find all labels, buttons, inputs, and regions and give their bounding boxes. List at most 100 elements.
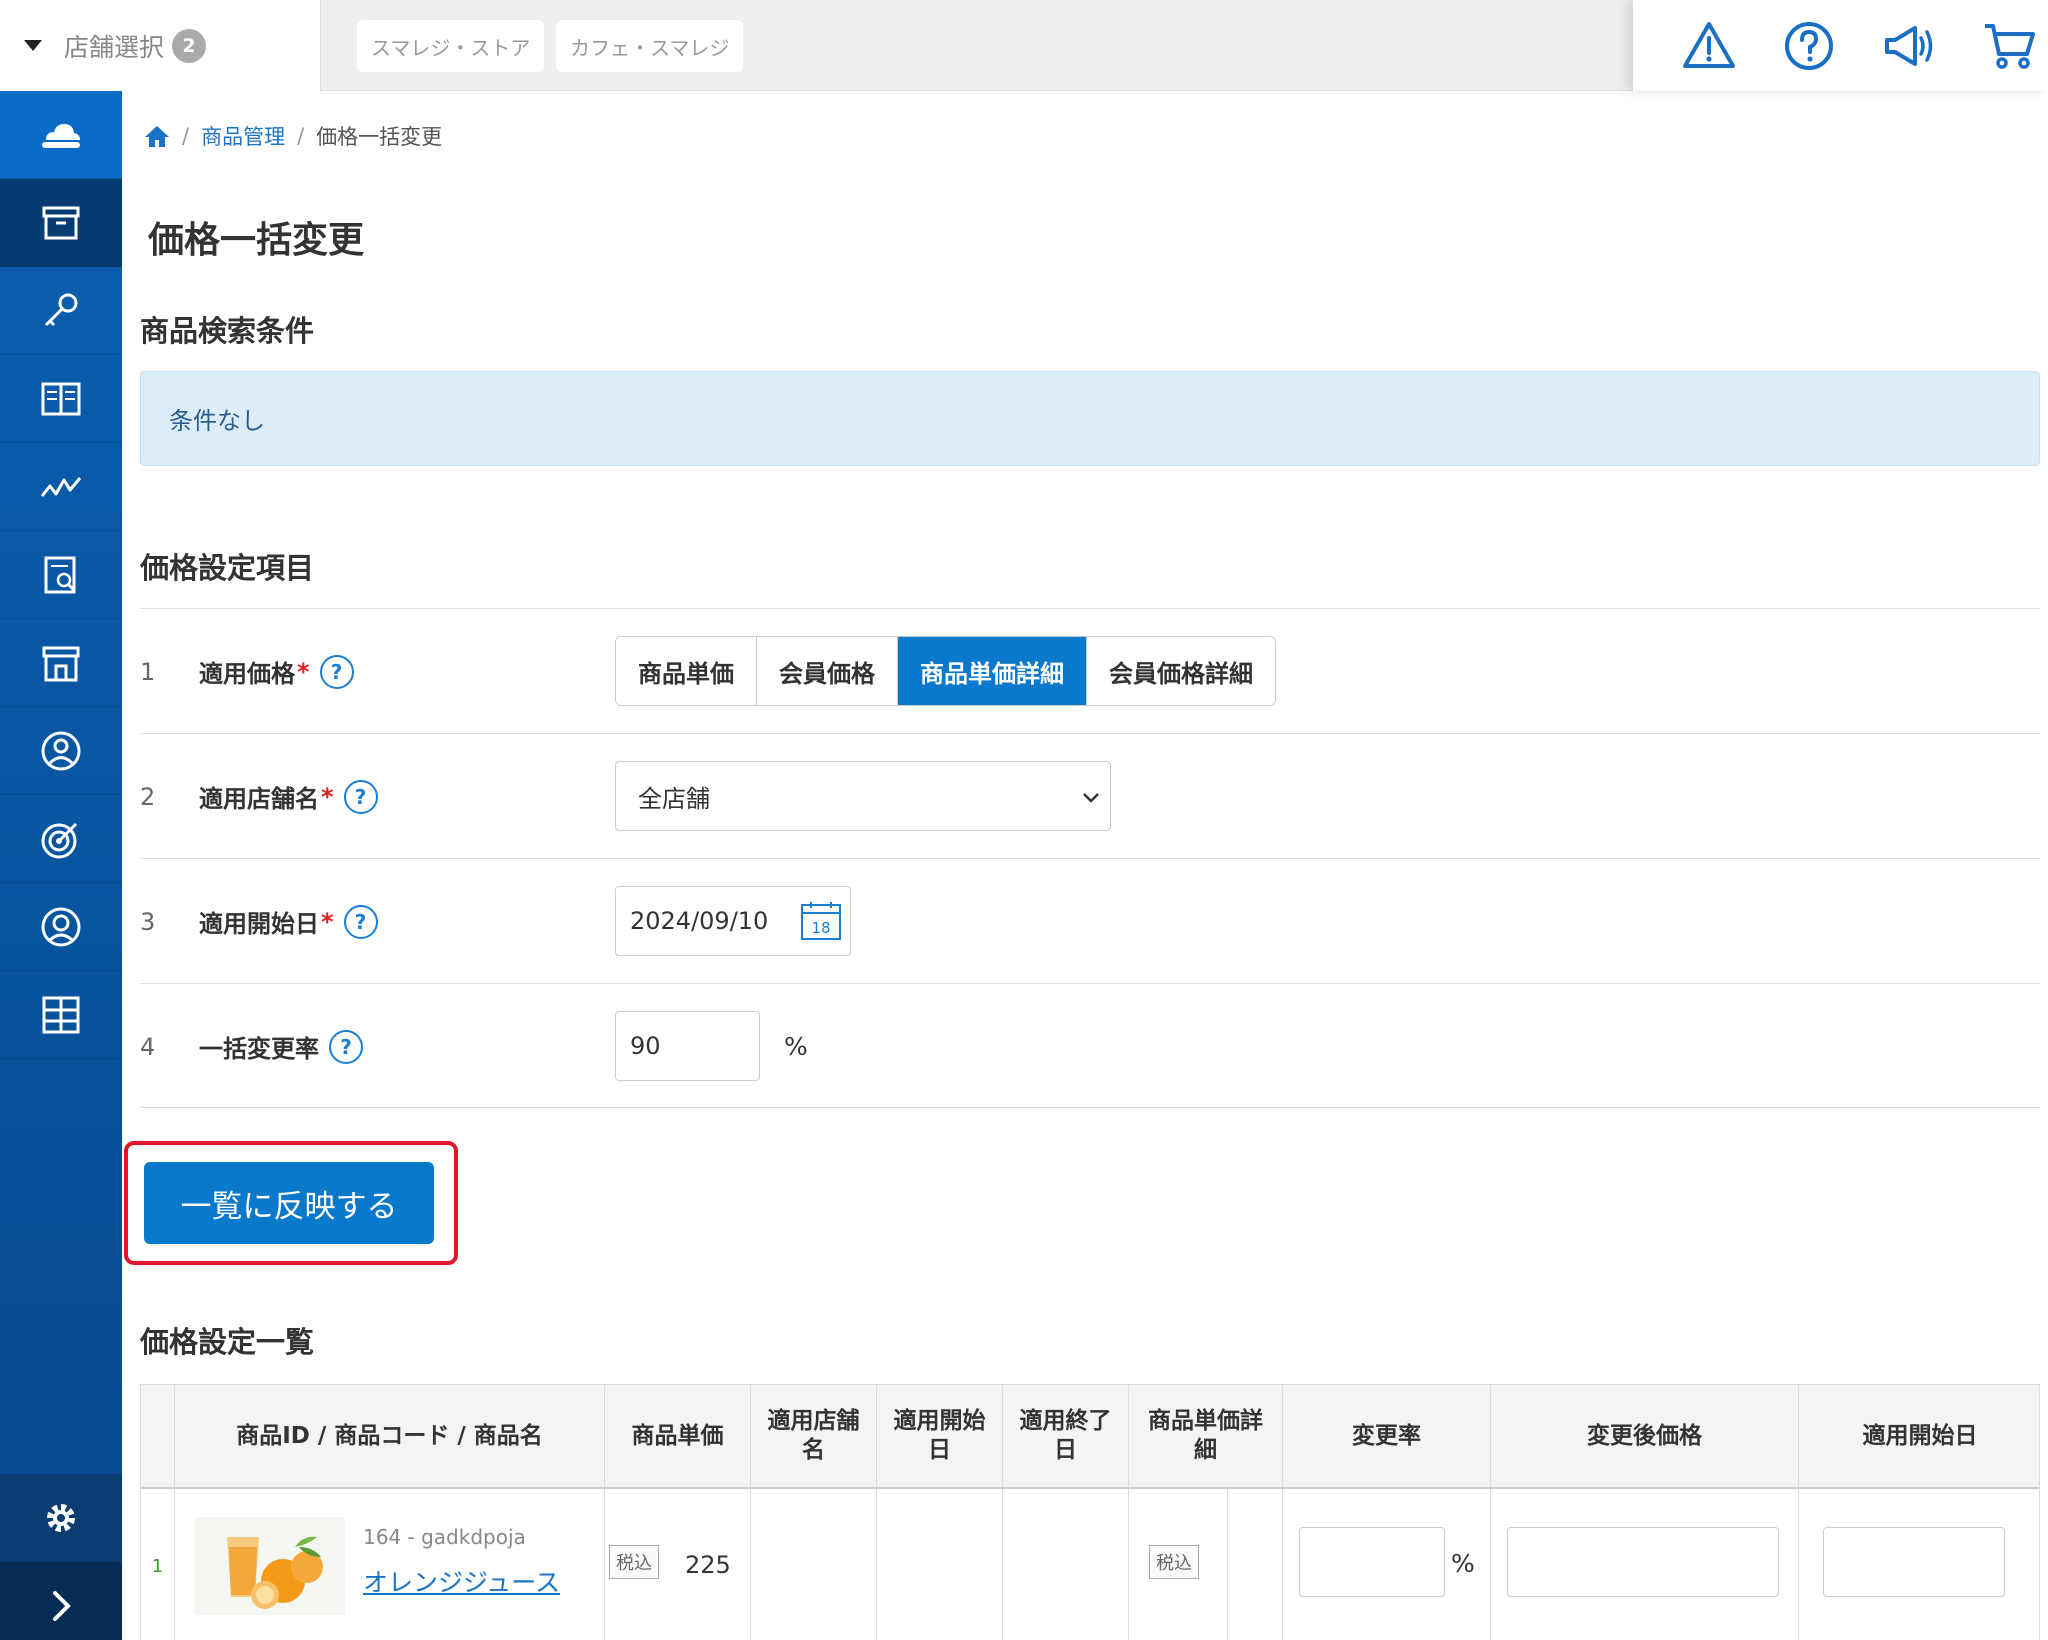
row-rate-input[interactable]: [1299, 1527, 1445, 1597]
product-name-link[interactable]: オレンジジュース: [363, 1563, 560, 1599]
price-type-unit-price-detail[interactable]: 商品単価詳細: [898, 637, 1087, 705]
sidebar-item-book[interactable]: [0, 355, 122, 443]
search-conditions-title: 商品検索条件: [140, 314, 315, 348]
row-number: 2: [140, 782, 156, 811]
start-date-cell: [877, 1489, 1003, 1640]
chevron-down-icon: [1083, 793, 1099, 803]
sidebar: [0, 91, 122, 1640]
row-label: 適用店舗名 * ?: [199, 734, 378, 859]
price-type-toggle: 商品単価 会員価格 商品単価詳細 会員価格詳細: [615, 636, 1276, 706]
unit-price-value: 225: [685, 1551, 731, 1579]
apps-icon: [42, 996, 80, 1033]
form-row-price-type: 1 適用価格 * ? 商品単価 会員価格 商品単価詳細 会員価格詳細: [140, 608, 2040, 733]
settings-icon: [47, 1504, 75, 1532]
book-icon: [41, 382, 81, 415]
row-rate-unit: %: [1451, 1549, 1475, 1578]
help-icon[interactable]: ?: [329, 1029, 363, 1064]
col-header-end: 適用終了日: [1003, 1385, 1129, 1489]
archive-icon: [42, 206, 80, 239]
price-type-member-price-detail[interactable]: 会員価格詳細: [1087, 637, 1275, 705]
warning-icon[interactable]: [1681, 18, 1737, 74]
product-cell: 164 - gadkdpoja オレンジジュース: [175, 1489, 605, 1640]
form-row-start-date: 3 適用開始日 * ? 2024/09/10 18: [140, 858, 2040, 983]
store-chip-smaregi-store[interactable]: スマレジ・ストア: [357, 20, 545, 72]
sidebar-item-stores[interactable]: [0, 619, 122, 707]
breadcrumb-current: 価格一括変更: [316, 125, 443, 149]
tax-badge: 税込: [609, 1545, 659, 1579]
chart-icon: [40, 476, 82, 497]
unit-price-cell: 税込 225: [605, 1489, 751, 1640]
sidebar-item-products[interactable]: [0, 179, 122, 267]
sidebar-item-customers[interactable]: [0, 707, 122, 795]
price-list-title: 価格設定一覧: [140, 1325, 315, 1359]
help-icon[interactable]: ?: [343, 779, 378, 814]
row-index: 1: [141, 1489, 175, 1640]
sidebar-item-keys[interactable]: [0, 267, 122, 355]
new-price-cell: [1491, 1489, 1799, 1640]
search-conditions-box: 条件なし: [140, 371, 2040, 466]
col-header-rate: 変更率: [1283, 1385, 1491, 1489]
home-icon[interactable]: [144, 124, 170, 148]
price-type-member-price[interactable]: 会員価格: [757, 637, 898, 705]
col-header-index: [141, 1385, 175, 1489]
store-selector[interactable]: 店舗選択 2: [0, 0, 321, 91]
sidebar-item-analytics[interactable]: [0, 443, 122, 531]
cart-icon[interactable]: [1981, 18, 2037, 74]
help-icon[interactable]: ?: [319, 654, 354, 689]
store-count-badge: 2: [172, 28, 207, 63]
start-date-input[interactable]: 2024/09/10 18: [615, 886, 851, 956]
sidebar-expand[interactable]: [0, 1562, 122, 1640]
highlight-box: 一覧に反映する: [124, 1141, 458, 1265]
sidebar-item-apps[interactable]: [0, 971, 122, 1059]
rate-input[interactable]: 90: [615, 1011, 760, 1081]
rate-cell: %: [1283, 1489, 1491, 1640]
sidebar-item-reports[interactable]: [0, 531, 122, 619]
unit-detail-cell: 税込: [1129, 1489, 1283, 1640]
store-select[interactable]: 全店舗: [615, 761, 1111, 831]
row-new-price-input[interactable]: [1507, 1527, 1779, 1597]
row-label: 適用開始日 * ?: [199, 859, 378, 984]
reflect-to-list-button[interactable]: 一覧に反映する: [144, 1162, 434, 1244]
apply-date-cell: [1799, 1489, 2039, 1640]
calendar-icon[interactable]: 18: [800, 901, 842, 941]
store-icon: [42, 646, 80, 681]
col-header-unit-detail: 商品単価詳細: [1129, 1385, 1283, 1489]
sidebar-item-staff[interactable]: [0, 883, 122, 971]
breadcrumb-products-link[interactable]: 商品管理: [201, 121, 285, 151]
price-type-unit-price[interactable]: 商品単価: [616, 637, 757, 705]
row-number: 4: [140, 1032, 156, 1061]
target-icon: [41, 822, 78, 858]
col-header-product: 商品ID / 商品コード / 商品名: [175, 1385, 605, 1489]
rate-value: 90: [630, 1032, 661, 1060]
row-label: 適用価格 * ?: [199, 609, 354, 734]
row-apply-date-input[interactable]: [1823, 1527, 2005, 1597]
end-date-cell: [1003, 1489, 1129, 1640]
store-select-value: 全店舗: [638, 784, 710, 813]
sidebar-settings[interactable]: [0, 1474, 122, 1562]
search-conditions-text: 条件なし: [169, 407, 265, 435]
help-icon[interactable]: [1781, 18, 1837, 74]
store-chip-cafe-smaregi[interactable]: カフェ・スマレジ: [556, 20, 744, 72]
col-header-apply-date: 適用開始日: [1799, 1385, 2039, 1489]
megaphone-icon[interactable]: [1881, 18, 1937, 74]
rate-unit: %: [784, 1032, 808, 1061]
caret-down-icon: [24, 40, 42, 51]
store-cell: [751, 1489, 877, 1640]
row-label: 一括変更率 ?: [199, 984, 363, 1109]
customer-icon: [41, 731, 81, 770]
key-icon: [44, 293, 78, 326]
sidebar-item-target[interactable]: [0, 795, 122, 883]
tax-badge: 税込: [1149, 1545, 1199, 1579]
cloud-icon: [42, 123, 80, 148]
price-settings-title: 価格設定項目: [140, 551, 315, 585]
sidebar-item-home[interactable]: [0, 91, 122, 179]
help-icon[interactable]: ?: [343, 904, 378, 939]
start-date-value: 2024/09/10: [630, 907, 769, 935]
form-row-store: 2 適用店舗名 * ? 全店舗: [140, 733, 2040, 858]
row-number: 3: [140, 907, 156, 936]
page-title: 価格一括変更: [148, 220, 365, 261]
top-bar: 店舗選択 2 スマレジ・ストア カフェ・スマレジ: [0, 0, 2048, 91]
col-header-store: 適用店舗名: [751, 1385, 877, 1489]
col-header-start: 適用開始日: [877, 1385, 1003, 1489]
row-number: 1: [140, 657, 156, 686]
